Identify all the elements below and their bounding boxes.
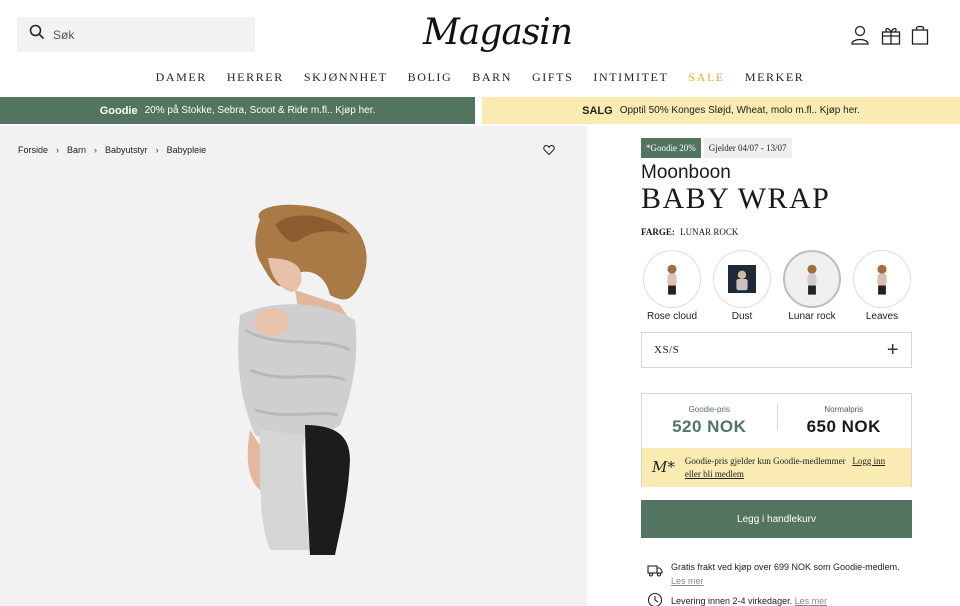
goodie-note-body: Goodie-pris gjelder kun Goodie-medlemmer: [684, 455, 846, 466]
swatch-thumbnail[interactable]: [783, 250, 841, 308]
swatch-label: Lunar rock: [788, 311, 836, 322]
normal-price-amount: 650 NOK: [806, 417, 881, 436]
read-more-link[interactable]: Les mer: [671, 576, 900, 586]
goodie-banner-title: Goodie: [99, 104, 138, 117]
swatch-label: Leaves: [865, 311, 899, 322]
swatch-thumbnail[interactable]: [643, 250, 701, 308]
size-value: XS/S: [654, 344, 680, 356]
swatch-thumbnail[interactable]: [713, 250, 771, 308]
goodie-price-label: Goodie-pris: [688, 405, 730, 414]
clock-icon: [647, 592, 671, 606]
color-label: FARGE:: [641, 227, 675, 237]
chevron-right-icon: ›: [56, 145, 60, 155]
breadcrumb-item[interactable]: Babypleie: [167, 145, 207, 155]
truck-icon: [647, 562, 671, 580]
swatch-rose-cloud[interactable]: Rose cloud: [643, 250, 701, 322]
swatch-label: Rose cloud: [646, 311, 698, 322]
nav-item-merker[interactable]: MERKER: [735, 70, 815, 85]
product-photo[interactable]: [200, 200, 400, 560]
price-row: Goodie-pris 520 NOK Normalpris 650 NOK: [642, 394, 911, 448]
goodie-logo-icon: M*: [652, 458, 675, 476]
nav-item-intimitet[interactable]: INTIMITET: [583, 70, 678, 85]
search-input[interactable]: [53, 27, 243, 42]
normal-price-label: Normalpris: [824, 405, 864, 414]
breadcrumb-item[interactable]: Barn: [67, 145, 86, 155]
breadcrumb-item[interactable]: Babyutstyr: [105, 145, 148, 155]
search-icon: [29, 24, 45, 45]
product-brand[interactable]: Moonboon: [641, 162, 731, 184]
goodie-tag: *Goodie 20%: [641, 138, 701, 158]
delivery-text: Levering innen 2-4 virkedager.: [671, 596, 793, 606]
swatch-leaves[interactable]: Leaves: [853, 250, 911, 322]
search-bar[interactable]: [17, 17, 255, 52]
main-nav: DAMER HERRER SKJØNNHET BOLIG BARN GIFTS …: [0, 70, 960, 85]
nav-item-damer[interactable]: DAMER: [146, 70, 217, 85]
nav-item-sale[interactable]: SALE: [678, 70, 734, 85]
bag-icon[interactable]: [909, 24, 931, 46]
shipping-text: Gratis frakt ved kjøp over 699 NOK som G…: [671, 562, 900, 572]
delivery-info: Levering innen 2-4 virkedager. Les mer: [647, 592, 827, 606]
plus-icon[interactable]: +: [887, 339, 899, 362]
size-selector[interactable]: XS/S +: [641, 332, 912, 368]
nav-item-skjonnhet[interactable]: SKJØNNHET: [294, 70, 398, 85]
color-selection-label: FARGE: LUNAR ROCK: [641, 227, 738, 237]
validity-tag: Gjelder 04/07 - 13/07: [703, 138, 792, 158]
read-more-link[interactable]: Les mer: [795, 596, 828, 606]
magasin-logo[interactable]: Magasin: [423, 10, 573, 56]
nav-item-bolig[interactable]: BOLIG: [398, 70, 463, 85]
sale-banner-title: SALG: [582, 104, 613, 117]
nav-item-gifts[interactable]: GIFTS: [522, 70, 583, 85]
swatch-lunar-rock[interactable]: Lunar rock: [783, 250, 841, 322]
sale-banner-text: Opptil 50% Konges Sløjd, Wheat, molo m.f…: [619, 105, 860, 116]
price-box: Goodie-pris 520 NOK Normalpris 650 NOK M…: [641, 393, 912, 487]
color-value: LUNAR ROCK: [680, 227, 739, 237]
sale-banner[interactable]: SALG Opptil 50% Konges Sløjd, Wheat, mol…: [482, 97, 960, 124]
nav-item-herrer[interactable]: HERRER: [217, 70, 294, 85]
gift-icon[interactable]: [880, 24, 902, 46]
chevron-right-icon: ›: [94, 145, 98, 155]
price-divider: [777, 404, 778, 430]
breadcrumb: Forside › Barn › Babyutstyr › Babypleie: [18, 145, 206, 155]
user-icon[interactable]: [849, 24, 871, 46]
chevron-right-icon: ›: [155, 145, 159, 155]
heart-icon[interactable]: [543, 143, 555, 156]
swatch-thumbnail[interactable]: [853, 250, 911, 308]
goodie-price-amount: 520 NOK: [672, 417, 747, 436]
goodie-price: Goodie-pris 520 NOK: [642, 394, 777, 448]
goodie-note: M* Goodie-pris gjelder kun Goodie-medlem…: [642, 448, 911, 487]
normal-price: Normalpris 650 NOK: [777, 394, 912, 448]
goodie-note-text: Goodie-pris gjelder kun Goodie-medlemmer…: [685, 455, 901, 481]
shipping-info: Gratis frakt ved kjøp over 699 NOK som G…: [647, 562, 900, 586]
color-swatches: Rose cloud Dust Lunar rock Leaves: [643, 250, 911, 322]
swatch-dust[interactable]: Dust: [713, 250, 771, 322]
promo-tags: *Goodie 20% Gjelder 04/07 - 13/07: [641, 138, 792, 158]
swatch-label: Dust: [731, 311, 753, 322]
breadcrumb-item[interactable]: Forside: [18, 145, 48, 155]
product-name: BABY WRAP: [641, 182, 831, 215]
nav-item-barn[interactable]: BARN: [462, 70, 522, 85]
add-to-cart-button[interactable]: Legg i handlekurv: [641, 500, 912, 538]
goodie-banner[interactable]: Goodie 20% på Stokke, Sebra, Scoot & Rid…: [0, 97, 475, 124]
goodie-banner-text: 20% på Stokke, Sebra, Scoot & Ride m.fl.…: [144, 105, 376, 116]
